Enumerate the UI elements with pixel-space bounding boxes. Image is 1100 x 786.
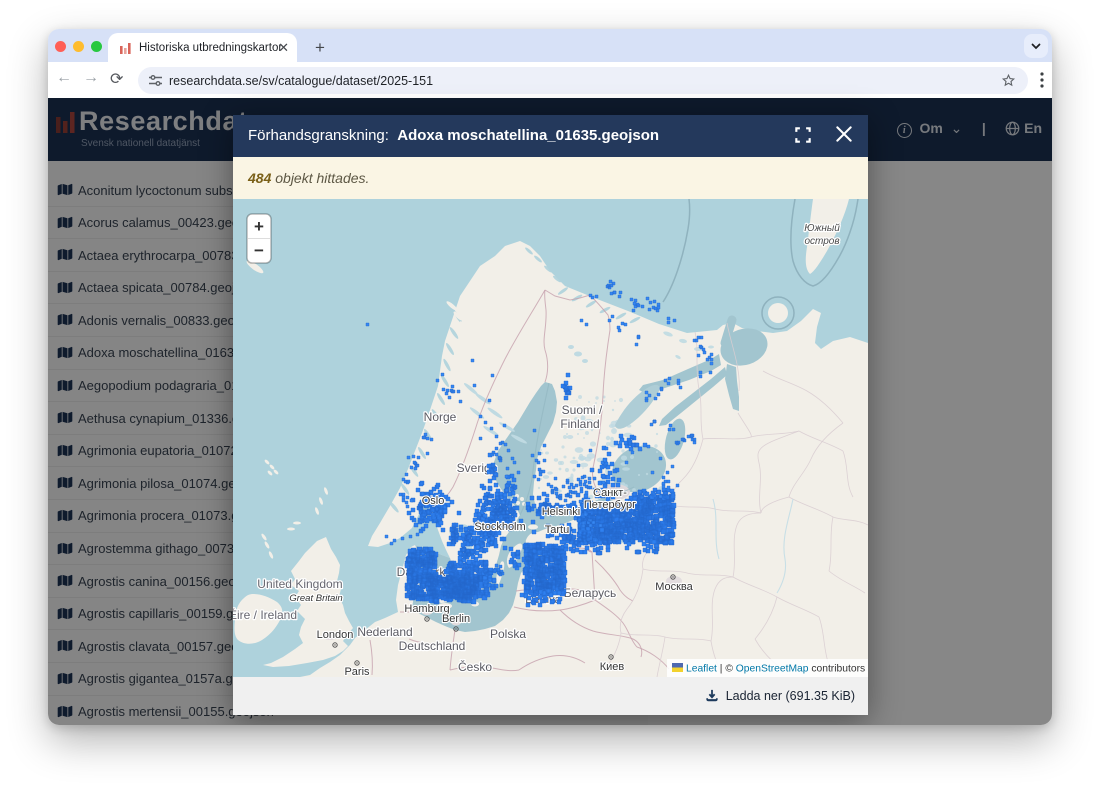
svg-text:Norge: Norge bbox=[424, 410, 457, 424]
svg-text:Петербург: Петербург bbox=[584, 499, 636, 511]
svg-text:Great Britain: Great Britain bbox=[289, 593, 342, 604]
svg-text:Berlin: Berlin bbox=[442, 613, 470, 625]
svg-text:+: + bbox=[254, 217, 264, 236]
svg-text:Nederland: Nederland bbox=[357, 625, 412, 639]
svg-text:остров: остров bbox=[804, 236, 839, 247]
svg-text:Deutschland: Deutschland bbox=[399, 639, 466, 653]
svg-text:Leaflet | © OpenStreetMap cont: Leaflet | © OpenStreetMap contributors bbox=[686, 664, 865, 675]
svg-text:Finland: Finland bbox=[560, 417, 599, 431]
svg-text:Stockholm: Stockholm bbox=[474, 521, 525, 533]
svg-text:Suomi /: Suomi / bbox=[562, 403, 603, 417]
svg-text:Paris: Paris bbox=[344, 666, 370, 677]
svg-text:−: − bbox=[254, 241, 264, 260]
svg-text:Česko: Česko bbox=[458, 659, 492, 674]
svg-text:London: London bbox=[317, 629, 354, 641]
svg-text:Tartu: Tartu bbox=[545, 524, 569, 536]
svg-text:Москва: Москва bbox=[655, 581, 693, 593]
svg-text:Беларусь: Беларусь bbox=[564, 586, 616, 600]
svg-text:Южный: Южный bbox=[804, 223, 840, 234]
svg-text:Киев: Киев bbox=[600, 661, 625, 673]
svg-text:Санкт-: Санкт- bbox=[593, 487, 627, 499]
svg-text:Oslo: Oslo bbox=[422, 495, 445, 507]
svg-text:Polska: Polska bbox=[490, 627, 526, 641]
svg-text:Helsinki: Helsinki bbox=[542, 506, 581, 518]
svg-text:United Kingdom: United Kingdom bbox=[257, 577, 342, 591]
svg-text:Éire / Ireland: Éire / Ireland bbox=[233, 607, 297, 622]
